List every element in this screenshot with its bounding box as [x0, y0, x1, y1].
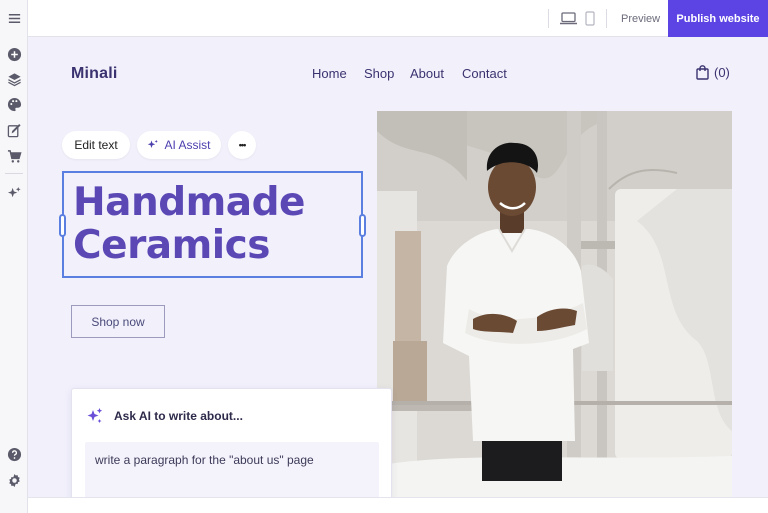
shop-now-button[interactable]: Shop now	[71, 305, 165, 338]
preview-button[interactable]: Preview	[621, 13, 660, 25]
edit-text-button[interactable]: Edit text	[62, 131, 130, 159]
nav-link-home[interactable]: Home	[312, 66, 347, 81]
settings-icon[interactable]	[3, 469, 25, 491]
hero-headline[interactable]: Handmade Ceramics	[73, 181, 305, 267]
add-circle-icon[interactable]	[3, 43, 25, 65]
ai-prompt-input[interactable]: write a paragraph for the "about us" pag…	[85, 442, 379, 499]
shopping-bag-icon	[696, 65, 709, 80]
left-toolbar	[0, 0, 28, 513]
edit-page-icon[interactable]	[3, 119, 25, 141]
topbar-divider	[606, 9, 607, 28]
ai-sparkle-icon	[87, 408, 103, 423]
more-options-button[interactable]: •••	[228, 131, 256, 159]
hero-headline-line-1: Handmade	[73, 180, 305, 225]
canvas-bottom-strip	[28, 497, 768, 513]
cart-icon[interactable]	[3, 145, 25, 167]
ask-ai-panel: Ask AI to write about... write a paragra…	[71, 388, 392, 513]
nav-link-about[interactable]: About	[410, 66, 444, 81]
resize-handle-left[interactable]	[59, 214, 66, 237]
cart-count: (0)	[714, 65, 730, 80]
site-canvas: Minali Home Shop About Contact (0) Edit …	[28, 37, 768, 513]
palette-icon[interactable]	[3, 93, 25, 115]
menu-icon[interactable]	[3, 7, 25, 29]
ai-sparkle-icon[interactable]	[3, 182, 25, 204]
desktop-view-icon[interactable]	[559, 10, 577, 27]
site-logo[interactable]: Minali	[71, 65, 118, 83]
ai-assist-button[interactable]: AI Assist	[137, 131, 221, 159]
ai-sparkle-icon	[148, 139, 159, 148]
layers-icon[interactable]	[3, 68, 25, 90]
headline-text-block[interactable]: Handmade Ceramics	[59, 171, 366, 278]
toolbar-divider	[5, 173, 23, 174]
ask-ai-title: Ask AI to write about...	[114, 409, 243, 423]
publish-website-button[interactable]: Publish website	[668, 0, 768, 37]
resize-handle-right[interactable]	[359, 214, 366, 237]
help-icon[interactable]	[3, 443, 25, 465]
cart-button[interactable]: (0)	[696, 65, 730, 80]
hero-image[interactable]	[377, 111, 732, 497]
nav-link-contact[interactable]: Contact	[462, 66, 507, 81]
topbar-divider	[548, 9, 549, 28]
nav-link-shop[interactable]: Shop	[364, 66, 394, 81]
ai-assist-label: AI Assist	[164, 138, 211, 152]
mobile-view-icon[interactable]	[584, 10, 596, 27]
top-bar: Preview Publish website	[28, 0, 768, 37]
hero-headline-line-2: Ceramics	[73, 223, 270, 268]
